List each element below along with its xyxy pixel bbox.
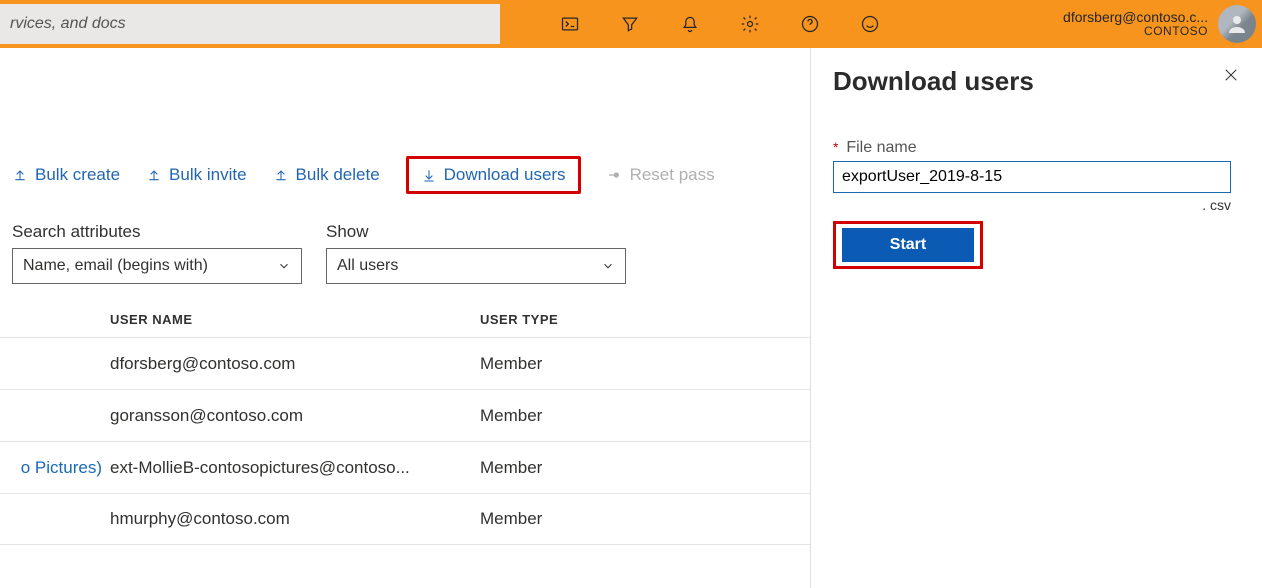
bulk-delete-label: Bulk delete	[296, 165, 380, 185]
show-value: All users	[337, 257, 398, 275]
download-form: * File name . csv Start	[833, 139, 1240, 269]
cell-username: ext-MollieB-contosopictures@contoso...	[110, 458, 480, 478]
cell-usertype: Member	[480, 509, 680, 529]
table-row[interactable]: hmurphy@contoso.com Member	[0, 493, 810, 545]
cell-usertype: Member	[480, 406, 680, 426]
download-users-button[interactable]: Download users	[406, 156, 581, 194]
top-bar: rvices, and docs dforsberg@contoso.c... …	[0, 0, 1262, 48]
upload-icon	[146, 167, 162, 183]
file-name-input[interactable]	[833, 161, 1231, 193]
table-row[interactable]: goransson@contoso.com Member	[0, 389, 810, 441]
main-content: Bulk create Bulk invite Bulk delete Down…	[0, 48, 810, 588]
row-prefix: o Pictures)	[0, 458, 110, 478]
table-header: USER NAME USER TYPE	[0, 302, 810, 337]
settings-gear-icon[interactable]	[720, 0, 780, 48]
table-row[interactable]: dforsberg@contoso.com Member	[0, 337, 810, 389]
bulk-create-button[interactable]: Bulk create	[12, 165, 120, 185]
table-row[interactable]: o Pictures) ext-MollieB-contosopictures@…	[0, 441, 810, 493]
panel-title: Download users	[833, 66, 1034, 97]
download-users-panel: Download users * File name . csv Start	[810, 48, 1262, 588]
bulk-invite-label: Bulk invite	[169, 165, 246, 185]
download-icon	[421, 167, 437, 183]
search-attributes-label: Search attributes	[12, 222, 302, 242]
bulk-invite-button[interactable]: Bulk invite	[146, 165, 246, 185]
show-label: Show	[326, 222, 626, 242]
start-button[interactable]: Start	[842, 228, 974, 262]
search-attributes-dropdown[interactable]: Name, email (begins with)	[12, 248, 302, 284]
bulk-create-label: Bulk create	[35, 165, 120, 185]
search-placeholder-text: rvices, and docs	[10, 15, 126, 33]
account-area[interactable]: dforsberg@contoso.c... CONTOSO	[1063, 5, 1262, 43]
cell-username: goransson@contoso.com	[110, 406, 480, 426]
reset-password-label: Reset pass	[630, 165, 715, 185]
upload-icon	[12, 167, 28, 183]
users-toolbar: Bulk create Bulk invite Bulk delete Down…	[0, 156, 810, 194]
upload-icon	[273, 167, 289, 183]
show-filter: Show All users	[326, 222, 626, 284]
account-org: CONTOSO	[1063, 25, 1208, 39]
cell-usertype: Member	[480, 458, 680, 478]
file-extension-text: . csv	[1202, 197, 1231, 213]
account-text: dforsberg@contoso.c... CONTOSO	[1063, 9, 1208, 39]
col-header-username: USER NAME	[110, 312, 480, 327]
avatar[interactable]	[1218, 5, 1256, 43]
start-button-highlight: Start	[833, 221, 983, 269]
panel-header: Download users	[833, 66, 1240, 97]
global-search-input[interactable]: rvices, and docs	[0, 4, 500, 44]
required-asterisk: *	[833, 139, 838, 155]
show-dropdown[interactable]: All users	[326, 248, 626, 284]
download-users-label: Download users	[444, 165, 566, 185]
key-icon	[607, 167, 623, 183]
chevron-down-icon	[277, 259, 291, 273]
cell-usertype: Member	[480, 354, 680, 374]
filter-row: Search attributes Name, email (begins wi…	[0, 194, 810, 284]
notifications-icon[interactable]	[660, 0, 720, 48]
col-header-usertype: USER TYPE	[480, 312, 680, 327]
top-icon-row	[540, 0, 900, 48]
cell-username: dforsberg@contoso.com	[110, 354, 480, 374]
cloud-shell-icon[interactable]	[540, 0, 600, 48]
file-name-label: File name	[846, 139, 916, 156]
help-icon[interactable]	[780, 0, 840, 48]
account-email: dforsberg@contoso.c...	[1063, 9, 1208, 25]
search-attributes-value: Name, email (begins with)	[23, 257, 208, 275]
reset-password-button: Reset pass	[607, 165, 715, 185]
feedback-smiley-icon[interactable]	[840, 0, 900, 48]
filter-icon[interactable]	[600, 0, 660, 48]
chevron-down-icon	[601, 259, 615, 273]
close-icon[interactable]	[1222, 66, 1240, 87]
cell-username: hmurphy@contoso.com	[110, 509, 480, 529]
bulk-delete-button[interactable]: Bulk delete	[273, 165, 380, 185]
users-table: USER NAME USER TYPE dforsberg@contoso.co…	[0, 302, 810, 545]
search-attributes-filter: Search attributes Name, email (begins wi…	[12, 222, 302, 284]
file-name-label-row: * File name	[833, 139, 1240, 157]
file-extension: . csv	[833, 197, 1231, 213]
